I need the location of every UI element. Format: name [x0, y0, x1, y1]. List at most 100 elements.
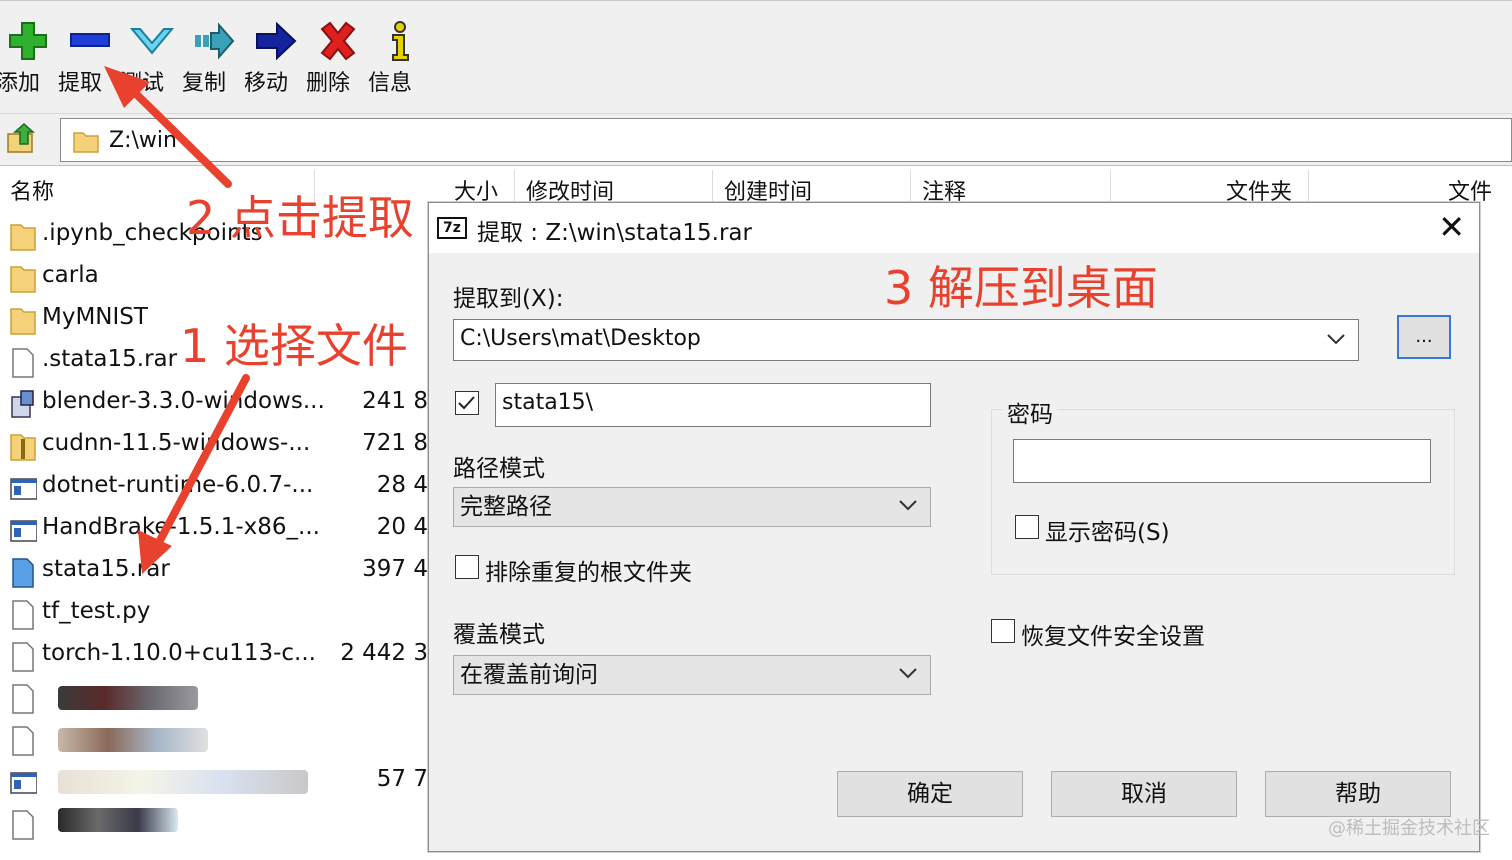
restore-security-checkbox[interactable] — [991, 619, 1015, 643]
list-item[interactable]: HandBrake-1.5.1-x86_... 20 4 — [0, 510, 430, 552]
file-name: blender-3.3.0-windows... — [42, 388, 325, 414]
list-item[interactable]: blender-3.3.0-windows... 241 8 — [0, 384, 430, 426]
file-name: carla — [42, 262, 99, 288]
password-group — [991, 409, 1455, 575]
password-input[interactable] — [1013, 439, 1431, 483]
ok-button[interactable]: 确定 — [837, 771, 1023, 817]
restore-security-label: 恢复文件安全设置 — [1021, 624, 1205, 650]
extract-icon — [70, 33, 110, 47]
redacted-name — [58, 728, 208, 752]
extract-to-label: 提取到(X): — [453, 286, 564, 312]
exe-icon — [10, 520, 37, 542]
eliminate-root-checkbox[interactable] — [455, 555, 479, 579]
chevron-down-icon — [899, 500, 917, 511]
annotation-step3: 3 解压到桌面 — [884, 261, 1158, 315]
close-icon[interactable]: ✕ — [1438, 209, 1465, 245]
delete-icon — [320, 21, 356, 61]
folder-icon — [73, 132, 99, 153]
file-icon — [12, 348, 34, 378]
info-icon — [392, 21, 409, 61]
annotation-step2: 2 点击提取 — [186, 191, 414, 245]
path-mode-value: 完整路径 — [460, 494, 552, 520]
list-item[interactable]: dotnet-runtime-6.0.7-... 28 4 — [0, 468, 430, 510]
file-name: HandBrake-1.5.1-x86_... — [42, 514, 320, 540]
test-icon — [130, 28, 174, 55]
folder-icon — [10, 308, 36, 335]
copy-icon — [195, 22, 235, 60]
list-item[interactable]: torch-1.10.0+cu113-c... 2 442 3 — [0, 636, 430, 678]
redacted-name — [58, 808, 178, 832]
checkmark-icon — [458, 396, 475, 410]
overwrite-mode-label: 覆盖模式 — [453, 622, 545, 648]
zip-icon — [10, 434, 36, 461]
redacted-name — [58, 770, 308, 794]
overwrite-mode-value: 在覆盖前询问 — [460, 662, 598, 688]
file-name: cudnn-11.5-windows-... — [42, 430, 311, 456]
up-folder-icon[interactable] — [6, 122, 40, 156]
list-item[interactable] — [0, 678, 430, 720]
subfolder-input[interactable]: stata15\ — [495, 383, 931, 427]
file-name: tf_test.py — [42, 598, 151, 624]
7zip-logo: 7z — [437, 217, 467, 239]
redacted-name — [58, 686, 198, 710]
dialog-title: 提取 : Z:\win\stata15.rar — [477, 220, 752, 246]
dialog-titlebar: 7z 提取 : Z:\win\stata15.rar ✕ — [429, 203, 1479, 253]
list-item[interactable] — [0, 804, 430, 846]
column-name[interactable]: 名称 — [10, 174, 54, 206]
test-label: 测试 — [120, 71, 165, 96]
delete-label: 删除 — [306, 71, 351, 96]
add-button[interactable]: 添加 — [0, 15, 60, 105]
chevron-down-icon — [1327, 334, 1345, 345]
info-button[interactable]: 信息 — [368, 15, 432, 105]
copy-button[interactable]: 复制 — [182, 15, 246, 105]
file-size: 241 8 — [362, 388, 428, 414]
extract-label: 提取 — [58, 71, 103, 96]
subfolder-value: stata15\ — [502, 390, 594, 415]
overwrite-mode-select[interactable]: 在覆盖前询问 — [453, 655, 931, 695]
move-label: 移动 — [244, 71, 289, 96]
screenshot-root: 添加 提取 测试 复制 移动 删除 信息 Z:\win 名称 大小 修改时间 创… — [0, 0, 1512, 860]
watermark: @稀土掘金技术社区 — [1328, 818, 1490, 839]
file-size: 20 4 — [376, 514, 428, 540]
eliminate-root-label: 排除重复的根文件夹 — [485, 560, 692, 586]
folder-icon — [10, 224, 36, 251]
subfolder-checkbox[interactable] — [455, 391, 479, 415]
file-size: 397 4 — [362, 556, 428, 582]
list-item[interactable] — [0, 720, 430, 762]
file-name: torch-1.10.0+cu113-c... — [42, 640, 316, 666]
list-item[interactable]: tf_test.py — [0, 594, 430, 636]
path-mode-select[interactable]: 完整路径 — [453, 487, 931, 527]
extract-to-combobox[interactable]: C:\Users\mat\Desktop — [453, 319, 1359, 361]
move-icon — [256, 21, 297, 61]
add-icon — [9, 22, 47, 60]
add-label: 添加 — [0, 71, 41, 96]
show-password-checkbox[interactable] — [1015, 515, 1039, 539]
show-password-label: 显示密码(S) — [1045, 520, 1170, 546]
address-input[interactable]: Z:\win — [60, 118, 1512, 162]
list-item[interactable]: cudnn-11.5-windows-... 721 8 — [0, 426, 430, 468]
browse-button[interactable]: ... — [1397, 315, 1451, 359]
file-name: .stata15.rar — [42, 346, 178, 372]
move-button[interactable]: 移动 — [244, 15, 308, 105]
archive-icon — [12, 558, 34, 588]
delete-button[interactable]: 删除 — [306, 15, 370, 105]
cancel-button[interactable]: 取消 — [1051, 771, 1237, 817]
help-button[interactable]: 帮助 — [1265, 771, 1451, 817]
list-item[interactable]: carla — [0, 258, 430, 300]
info-label: 信息 — [368, 71, 413, 96]
exe-icon — [10, 772, 37, 794]
folder-icon — [10, 266, 36, 293]
list-item[interactable]: 57 7 — [0, 762, 430, 804]
file-name: dotnet-runtime-6.0.7-... — [42, 472, 314, 498]
file-icon — [12, 600, 34, 630]
test-button[interactable]: 测试 — [120, 15, 184, 105]
extract-button[interactable]: 提取 — [58, 15, 122, 105]
file-icon — [12, 810, 34, 840]
file-size: 57 7 — [376, 766, 428, 792]
address-bar-row: Z:\win — [0, 114, 1512, 166]
file-size: 28 4 — [376, 472, 428, 498]
annotation-step1: 1 选择文件 — [180, 319, 408, 373]
extract-to-value: C:\Users\mat\Desktop — [460, 326, 701, 351]
chevron-down-icon — [899, 668, 917, 679]
list-item[interactable]: stata15.rar 397 4 — [0, 552, 430, 594]
